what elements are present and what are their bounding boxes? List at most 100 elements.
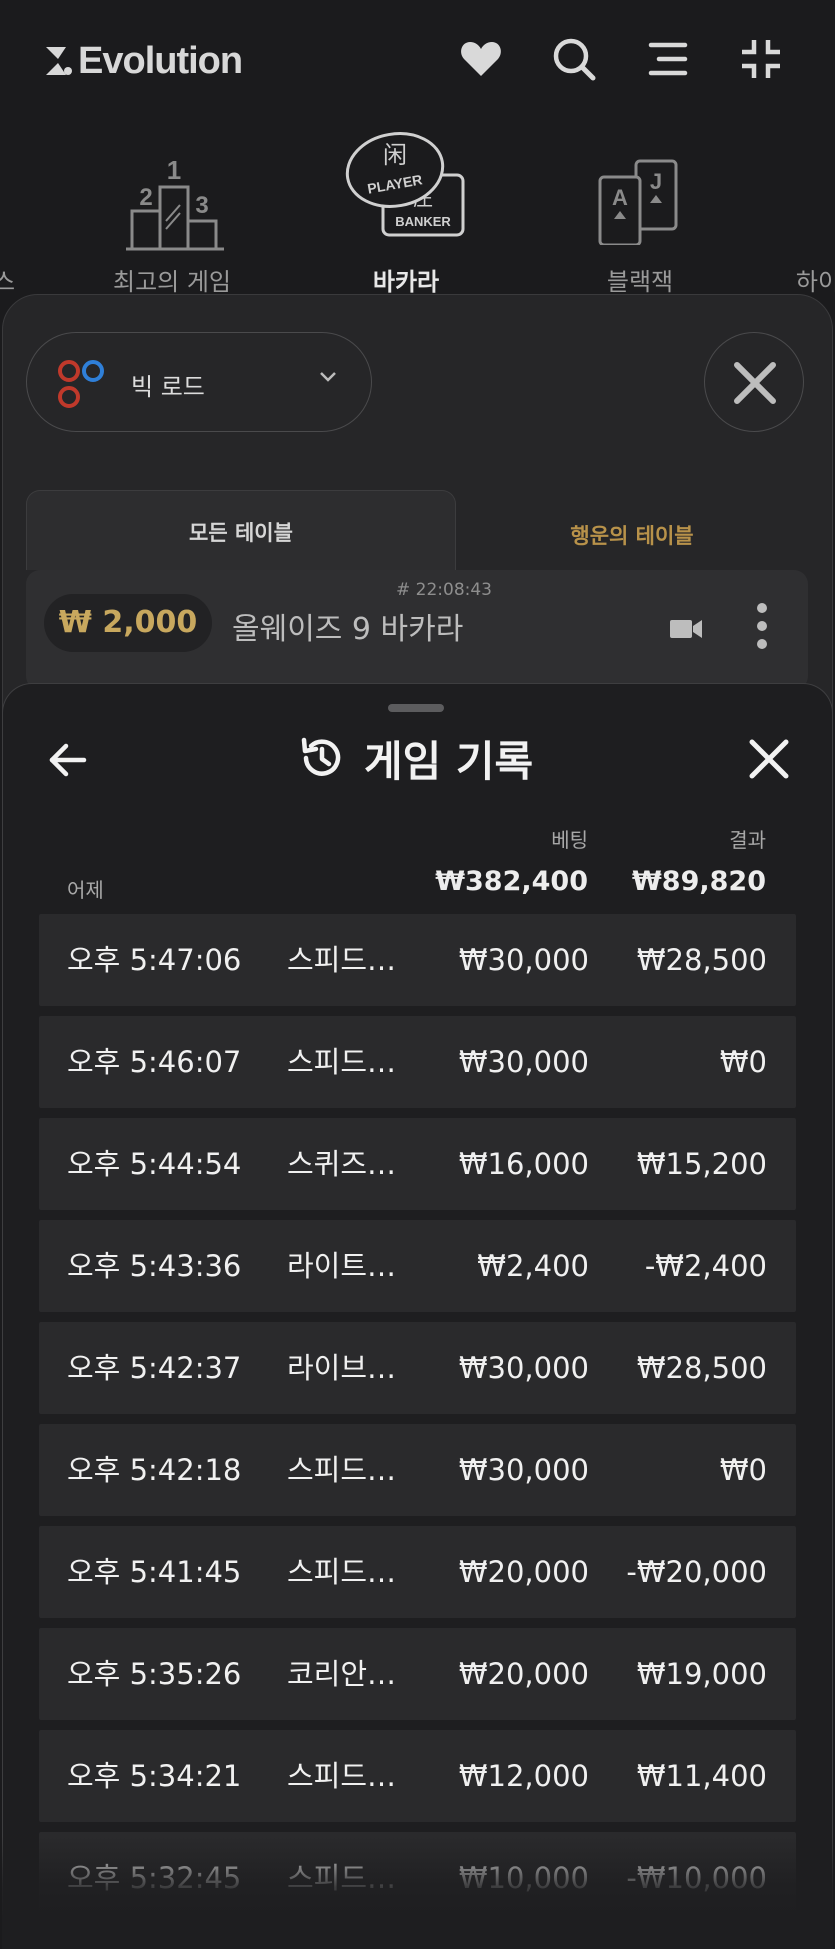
tab-all-tables-label: 모든 테이블 <box>189 521 293 545</box>
podium-number-2: 2 <box>139 184 152 211</box>
category-label-blackjack[interactable]: 블랙잭 <box>607 262 673 297</box>
table-time: # 22:08:43 <box>396 580 492 600</box>
row-time: 오후 5:43:36 <box>67 1249 242 1283</box>
row-bet-amount: ₩30,000 <box>458 1045 589 1079</box>
total-bet: ₩382,400 <box>435 866 588 897</box>
row-result-amount: ₩11,400 <box>636 1759 767 1793</box>
tab-all-tables[interactable]: 모든 테이블 <box>26 490 456 570</box>
banker-label: BANKER <box>395 214 451 229</box>
history-row[interactable]: 오후 5:35:26 코리안… ₩20,000 ₩19,000 <box>39 1628 796 1720</box>
list-fade-overlay <box>2 1836 833 1949</box>
history-row[interactable]: 오후 5:44:54 스퀴즈… ₩16,000 ₩15,200 <box>39 1118 796 1210</box>
menu-icon <box>648 42 688 76</box>
history-row[interactable]: 오후 5:42:37 라이브… ₩30,000 ₩28,500 <box>39 1322 796 1414</box>
chevron-down-icon[interactable] <box>318 370 338 384</box>
row-bet-amount: ₩30,000 <box>458 943 589 977</box>
row-result-amount: ₩0 <box>719 1453 767 1487</box>
podium-number-3: 3 <box>195 192 208 219</box>
top-header: Evolution <box>0 0 835 120</box>
row-game-name: 스피드… <box>287 943 397 977</box>
menu-button[interactable] <box>645 36 691 82</box>
category-blackjack[interactable]: J A <box>594 125 684 247</box>
row-result-amount: ₩28,500 <box>636 943 767 977</box>
table-card[interactable]: # 22:08:43 ₩ 2,000 올웨이즈 9 바카라 <box>26 570 808 690</box>
history-row[interactable]: 오후 5:42:18 스피드… ₩30,000 ₩0 <box>39 1424 796 1516</box>
row-result-amount: ₩0 <box>719 1045 767 1079</box>
history-row[interactable]: 오후 5:34:21 스피드… ₩12,000 ₩11,400 <box>39 1730 796 1822</box>
row-result-amount: ₩15,200 <box>636 1147 767 1181</box>
category-label-partial-left[interactable]: 스 <box>0 262 15 297</box>
collapse-button[interactable] <box>738 36 784 82</box>
day-group-label: 어제 <box>67 878 104 902</box>
history-icon <box>301 737 341 776</box>
row-result-amount: -₩2,400 <box>644 1249 767 1283</box>
evolution-logo[interactable]: Evolution <box>44 36 243 86</box>
podium-number-1: 1 <box>167 155 181 185</box>
row-bet-amount: ₩2,400 <box>477 1249 589 1283</box>
row-result-amount: ₩19,000 <box>636 1657 767 1691</box>
row-result-amount: ₩28,500 <box>636 1351 767 1385</box>
evolution-logo-mark-icon <box>46 47 72 75</box>
row-game-name: 스퀴즈… <box>287 1147 397 1181</box>
row-game-name: 스피드… <box>287 1555 397 1589</box>
search-button[interactable] <box>551 36 597 82</box>
category-label-partial-right[interactable]: 하이 <box>796 262 835 297</box>
row-game-name: 라이트… <box>287 1249 397 1283</box>
lobby-close-button[interactable] <box>704 332 804 432</box>
close-icon[interactable] <box>744 734 794 784</box>
category-label-baccarat[interactable]: 바카라 <box>373 262 439 297</box>
row-game-name: 스피드… <box>287 1045 397 1079</box>
row-time: 오후 5:46:07 <box>67 1045 242 1079</box>
total-result: ₩89,820 <box>632 866 766 897</box>
category-top-games[interactable]: 1 2 3 <box>120 125 230 255</box>
sheet-title-text: 게임 기록 <box>364 736 534 786</box>
sheet-drag-handle[interactable] <box>388 704 444 712</box>
road-selector-label: 빅 로드 <box>131 373 205 401</box>
row-game-name: 스피드… <box>287 1453 397 1487</box>
row-time: 오후 5:41:45 <box>67 1555 242 1589</box>
row-time: 오후 5:42:18 <box>67 1453 242 1487</box>
row-time: 오후 5:34:21 <box>67 1759 242 1793</box>
big-road-icon <box>58 360 104 408</box>
history-row[interactable]: 오후 5:46:07 스피드… ₩30,000 ₩0 <box>39 1016 796 1108</box>
tab-lucky-tables-label: 행운의 테이블 <box>570 524 694 548</box>
heart-icon <box>461 42 501 76</box>
row-bet-amount: ₩12,000 <box>458 1759 589 1793</box>
card-letter-a: A <box>612 185 628 210</box>
collapse-icon <box>742 40 780 78</box>
brand-name: Evolution <box>78 39 243 82</box>
row-result-amount: -₩20,000 <box>626 1555 767 1589</box>
row-game-name: 라이브… <box>287 1351 397 1385</box>
close-icon <box>734 362 776 404</box>
row-time: 오후 5:35:26 <box>67 1657 242 1691</box>
min-bet-badge: ₩ 2,000 <box>44 594 212 652</box>
video-camera-icon[interactable] <box>668 614 704 644</box>
history-row[interactable]: 오후 5:43:36 라이트… ₩2,400 -₩2,400 <box>39 1220 796 1312</box>
baccarat-icon: 庄 BANKER 闲 PLAYER <box>345 132 465 237</box>
row-bet-amount: ₩30,000 <box>458 1351 589 1385</box>
row-time: 오후 5:42:37 <box>67 1351 242 1385</box>
row-bet-amount: ₩20,000 <box>458 1555 589 1589</box>
back-arrow-icon[interactable] <box>44 736 92 784</box>
row-bet-amount: ₩16,000 <box>458 1147 589 1181</box>
table-name: 올웨이즈 9 바카라 <box>232 612 464 647</box>
card-letter-j: J <box>650 169 662 194</box>
player-hanzi: 闲 <box>383 141 407 169</box>
row-bet-amount: ₩20,000 <box>458 1657 589 1691</box>
row-time: 오후 5:47:06 <box>67 943 242 977</box>
favorites-button[interactable] <box>458 36 504 82</box>
row-game-name: 코리안… <box>287 1657 397 1691</box>
history-row[interactable]: 오후 5:41:45 스피드… ₩20,000 -₩20,000 <box>39 1526 796 1618</box>
more-options-icon[interactable] <box>756 600 768 652</box>
column-header-result: 결과 <box>729 828 766 852</box>
podium-icon: 1 2 3 <box>126 155 224 251</box>
column-header-bet: 베팅 <box>551 828 588 852</box>
category-label-top-games[interactable]: 최고의 게임 <box>113 262 231 297</box>
cards-icon: J A <box>598 159 678 247</box>
tab-lucky-tables[interactable]: 행운의 테이블 <box>456 494 808 570</box>
row-game-name: 스피드… <box>287 1759 397 1793</box>
sheet-title: 게임 기록 <box>296 728 533 788</box>
search-icon <box>553 38 596 81</box>
category-baccarat[interactable]: 庄 BANKER 闲 PLAYER <box>343 125 473 245</box>
history-row[interactable]: 오후 5:47:06 스피드… ₩30,000 ₩28,500 <box>39 914 796 1006</box>
